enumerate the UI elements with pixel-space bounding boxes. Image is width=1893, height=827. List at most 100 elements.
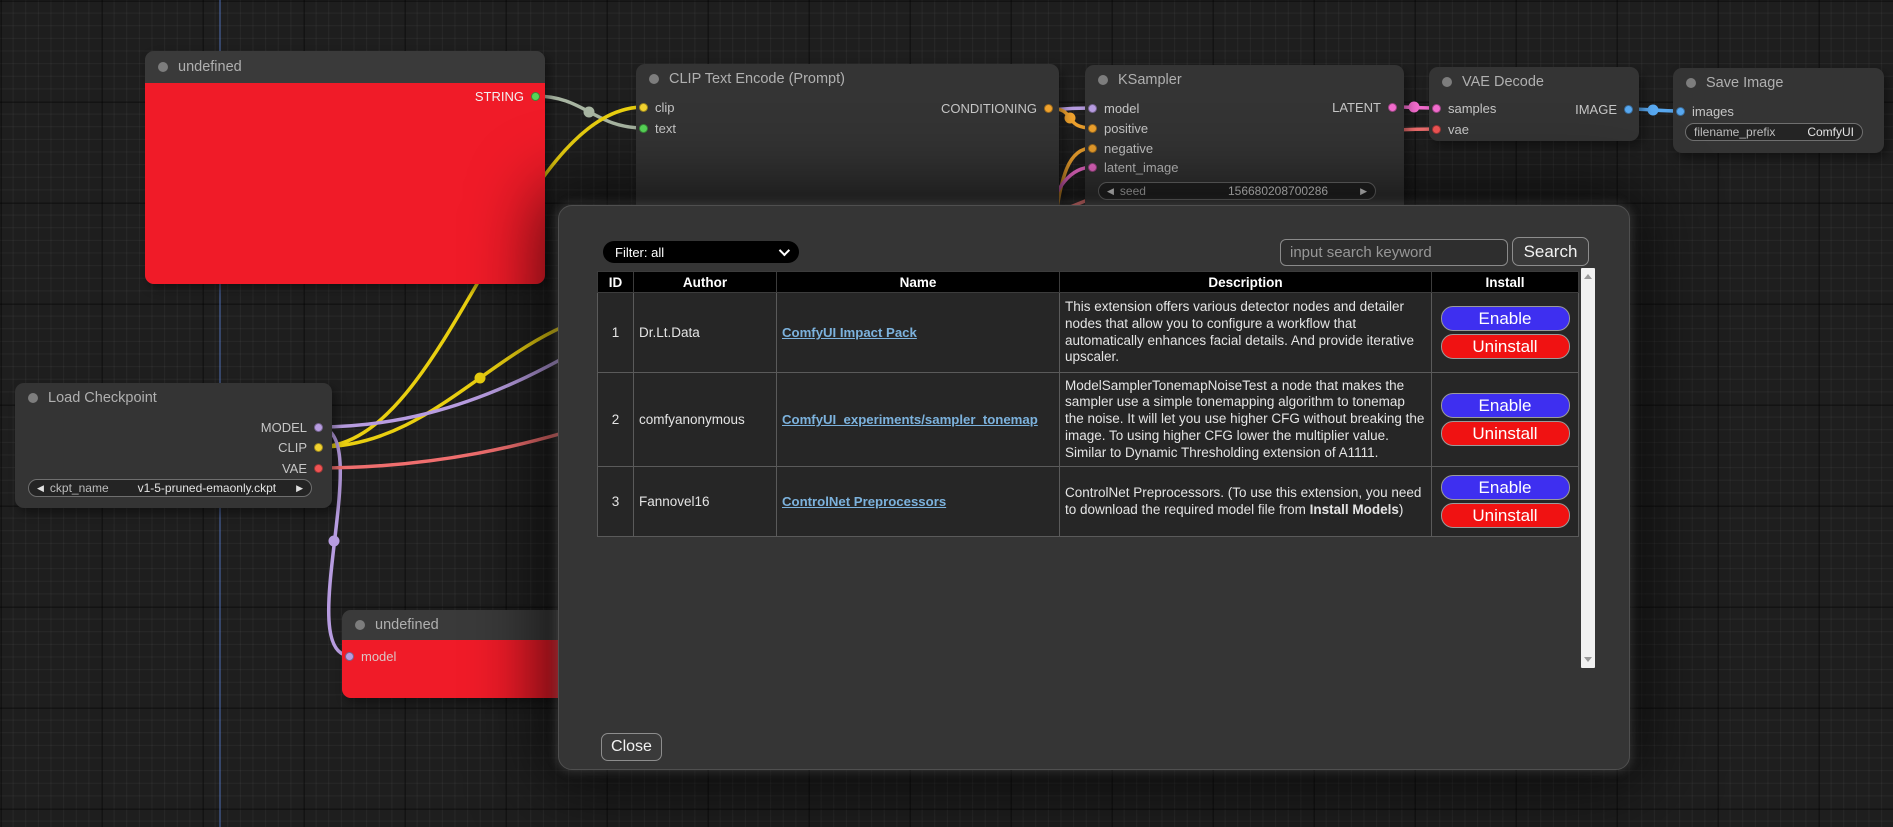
input-positive[interactable]: positive [1088,119,1148,137]
uninstall-button[interactable]: Uninstall [1441,334,1570,359]
uninstall-button[interactable]: Uninstall [1441,421,1570,446]
input-clip[interactable]: clip [639,98,675,116]
output-port-dot[interactable] [314,443,323,452]
port-label: negative [1104,141,1153,156]
header-name: Name [777,272,1060,293]
output-string[interactable]: STRING [475,87,540,105]
node-collapse-dot[interactable] [158,62,168,72]
cell-author: Fannovel16 [634,467,777,537]
input-vae[interactable]: vae [1432,120,1469,138]
input-latent-image[interactable]: latent_image [1088,158,1178,176]
search-input[interactable] [1280,239,1508,266]
output-port-dot[interactable] [1388,103,1397,112]
link-dot[interactable] [475,373,486,384]
link-dot[interactable] [584,107,595,118]
input-images[interactable]: images [1676,102,1734,120]
node-title-bar[interactable]: undefined [145,51,545,83]
port-label: VAE [282,461,307,476]
node-load-checkpoint[interactable]: Load Checkpoint MODEL CLIP VAE ◀ ckpt_na… [15,383,332,508]
widget-value: ComfyUI [1807,125,1854,139]
node-collapse-dot[interactable] [28,393,38,403]
node-undefined-bottom[interactable]: undefined model [342,610,572,698]
input-port-dot[interactable] [639,124,648,133]
decrement-arrow-icon[interactable]: ◀ [1107,187,1114,196]
output-conditioning[interactable]: CONDITIONING [941,99,1053,117]
node-graph-canvas[interactable]: undefined STRING CLIP Text Encode (Promp… [0,0,1893,827]
node-collapse-dot[interactable] [1098,75,1108,85]
scroll-up-icon[interactable] [1584,274,1592,279]
input-port-dot[interactable] [1432,104,1441,113]
filename-prefix-widget[interactable]: filename_prefix ComfyUI [1685,123,1863,141]
node-vae-decode[interactable]: VAE Decode samples vae IMAGE [1429,67,1639,141]
node-collapse-dot[interactable] [649,74,659,84]
link-dot[interactable] [329,536,340,547]
extension-link[interactable]: ControlNet Preprocessors [782,494,946,509]
input-port-dot[interactable] [1088,163,1097,172]
enable-button[interactable]: Enable [1441,475,1570,500]
port-label: samples [1448,101,1496,116]
ckpt-name-widget[interactable]: ◀ ckpt_name v1-5-pruned-emaonly.ckpt ▶ [28,479,312,497]
node-title-bar[interactable]: Save Image [1673,68,1884,98]
output-latent[interactable]: LATENT [1332,98,1397,116]
enable-button[interactable]: Enable [1441,393,1570,418]
extension-link[interactable]: ComfyUI Impact Pack [782,325,917,340]
output-port-dot[interactable] [314,464,323,473]
output-vae[interactable]: VAE [282,459,323,477]
node-title-bar[interactable]: KSampler [1085,65,1404,95]
input-port-dot[interactable] [345,652,354,661]
decrement-arrow-icon[interactable]: ◀ [37,484,44,493]
filter-select[interactable]: Filter: all [603,241,799,263]
input-port-dot[interactable] [1432,125,1441,134]
node-title-bar[interactable]: CLIP Text Encode (Prompt) [636,64,1059,94]
close-button[interactable]: Close [601,733,662,761]
input-port-dot[interactable] [1088,104,1097,113]
link-dot[interactable] [1409,102,1420,113]
port-label: positive [1104,121,1148,136]
widget-label: seed [1120,184,1146,198]
port-label: model [1104,101,1139,116]
node-collapse-dot[interactable] [1686,78,1696,88]
node-title-bar[interactable]: Load Checkpoint [15,383,332,413]
output-port-dot[interactable] [531,92,540,101]
input-port-dot[interactable] [1088,144,1097,153]
uninstall-button[interactable]: Uninstall [1441,503,1570,528]
extension-row: 3Fannovel16ControlNet PreprocessorsContr… [598,467,1579,537]
input-samples[interactable]: samples [1432,99,1496,117]
node-title-bar[interactable]: VAE Decode [1429,67,1639,97]
output-clip[interactable]: CLIP [278,438,323,456]
table-header-row: ID Author Name Description Install [598,272,1579,293]
output-image[interactable]: IMAGE [1575,100,1633,118]
node-title-bar[interactable]: undefined [342,610,572,640]
scroll-down-icon[interactable] [1584,657,1592,662]
input-model[interactable]: model [345,647,396,665]
output-port-dot[interactable] [1044,104,1053,113]
input-negative[interactable]: negative [1088,139,1153,157]
port-label: CONDITIONING [941,101,1037,116]
output-model[interactable]: MODEL [261,418,323,436]
node-collapse-dot[interactable] [1442,77,1452,87]
node-title: undefined [375,617,439,633]
node-undefined-top[interactable]: undefined STRING [145,51,545,284]
modal-scrollbar[interactable] [1581,268,1595,668]
link-dot[interactable] [1065,113,1076,124]
input-port-dot[interactable] [1676,107,1685,116]
output-port-dot[interactable] [314,423,323,432]
input-port-dot[interactable] [1088,124,1097,133]
increment-arrow-icon[interactable]: ▶ [1360,187,1367,196]
enable-button[interactable]: Enable [1441,306,1570,331]
input-model[interactable]: model [1088,99,1139,117]
input-text[interactable]: text [639,119,676,137]
node-ksampler[interactable]: KSampler model positive negative latent_… [1085,65,1404,220]
increment-arrow-icon[interactable]: ▶ [296,484,303,493]
input-port-dot[interactable] [639,103,648,112]
extension-row: 1Dr.Lt.DataComfyUI Impact PackThis exten… [598,293,1579,373]
output-port-dot[interactable] [1624,105,1633,114]
node-collapse-dot[interactable] [355,620,365,630]
cell-name: ComfyUI_experiments/sampler_tonemap [777,373,1060,467]
link-dot[interactable] [1648,105,1659,116]
search-button[interactable]: Search [1512,237,1589,266]
extension-link[interactable]: ComfyUI_experiments/sampler_tonemap [782,412,1038,427]
node-save-image[interactable]: Save Image images filename_prefix ComfyU… [1673,68,1884,153]
extension-table: ID Author Name Description Install 1Dr.L… [597,271,1578,537]
seed-widget[interactable]: ◀ seed 156680208700286 ▶ [1098,182,1376,200]
